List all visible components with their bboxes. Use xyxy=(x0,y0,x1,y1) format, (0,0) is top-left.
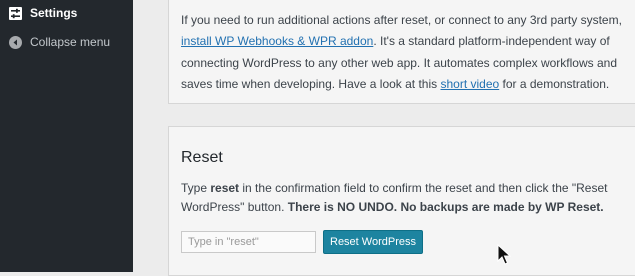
collapse-arrow-icon xyxy=(8,35,22,49)
webhooks-info-text: If you need to run additional actions af… xyxy=(181,13,622,91)
mouse-pointer-icon xyxy=(497,243,512,271)
reset-confirmation-input[interactable] xyxy=(181,231,316,253)
sidebar-item-label: Collapse menu xyxy=(30,35,111,49)
no-undo-warning: There is NO UNDO. No backups are made by… xyxy=(287,200,604,214)
webhooks-info-card: If you need to run additional actions af… xyxy=(168,0,635,104)
reset-description: Type reset in the confirmation field to … xyxy=(181,181,608,214)
reset-title: Reset xyxy=(181,149,223,166)
reset-keyword: reset xyxy=(210,181,240,195)
reset-card: Reset Type reset in the confirmation fie… xyxy=(168,126,635,276)
sidebar-item-settings[interactable]: Settings xyxy=(0,2,133,24)
reset-wordpress-button[interactable]: Reset WordPress xyxy=(323,230,423,254)
sidebar-item-collapse-menu[interactable]: Collapse menu xyxy=(0,31,133,53)
sidebar-item-label: Settings xyxy=(30,6,78,20)
settings-icon xyxy=(8,6,22,20)
install-webhooks-link[interactable]: install WP Webhooks & WPR addon xyxy=(181,34,373,48)
admin-sidebar: Settings Collapse menu xyxy=(0,0,133,272)
short-video-link[interactable]: short video xyxy=(440,77,499,91)
